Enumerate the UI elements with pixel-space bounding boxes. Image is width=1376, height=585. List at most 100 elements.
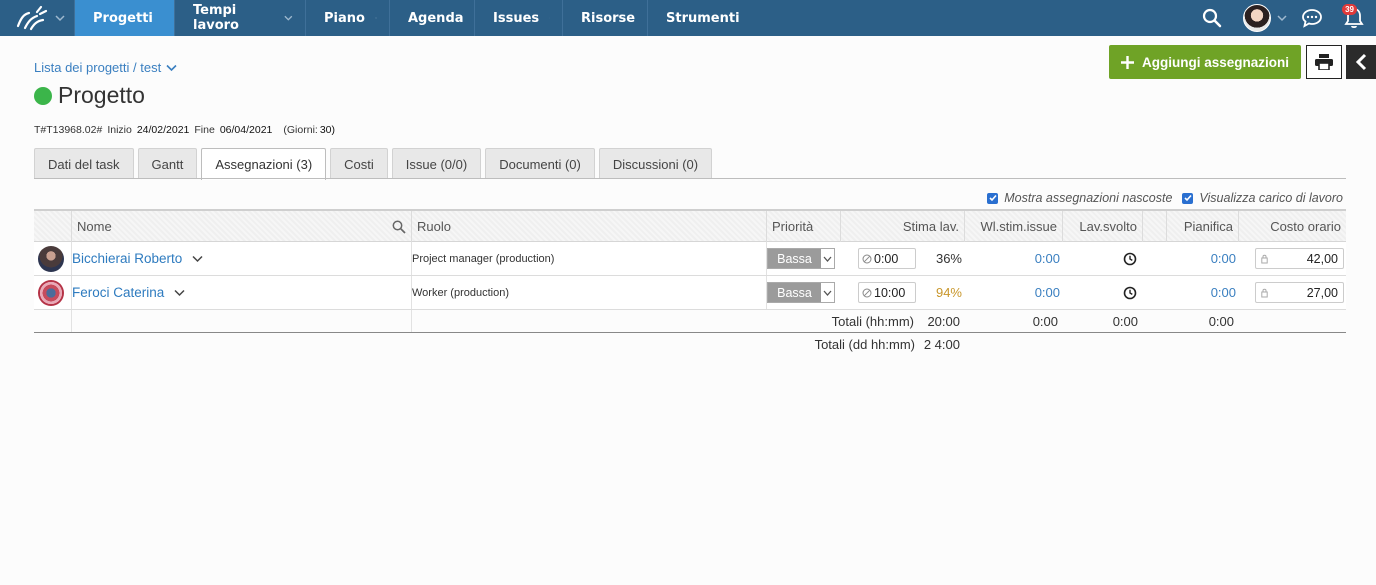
page-title: Progetto [34,82,145,109]
tab-costi[interactable]: Costi [330,148,388,179]
add-assignments-label: Aggiungi assegnazioni [1141,54,1289,70]
show-hidden-label[interactable]: Mostra assegnazioni nascoste [1004,191,1172,205]
nav-item-strumenti[interactable]: Strumenti [648,0,756,36]
nav-label: Tempi lavoro [193,3,239,33]
breadcrumb-text: Lista dei progetti / test [34,60,162,75]
clock-icon[interactable] [1123,286,1137,300]
estimate-value: 10:00 [874,285,906,300]
lock-icon [1261,254,1268,263]
estimate-cell: 0:00 [858,242,918,275]
topbar-tools: 39 [1192,0,1376,36]
show-workload-label[interactable]: Visualizza carico di lavoro [1199,191,1343,205]
header-wl-issue-label: Wl.stim.issue [980,219,1057,234]
nav-item-agenda[interactable]: Agenda [390,0,475,36]
estimate-input[interactable]: 10:00 [858,282,916,303]
page-title-text: Progetto [58,82,145,108]
totals-row-hm: Totali (hh:mm) 20:00 0:00 0:00 0:00 [34,310,1346,333]
chevron-down-icon [1277,15,1287,22]
table-row: Bicchierai Roberto Project manager (prod… [34,242,1346,276]
header-role[interactable]: Ruolo [411,211,766,242]
clock-icon[interactable] [1123,252,1137,266]
breadcrumb[interactable]: Lista dei progetti / test [34,60,177,75]
nav-item-tempi-lavoro[interactable]: Tempi lavoro [175,0,306,36]
priority-value: Bassa [768,283,821,302]
chevron-down-icon[interactable] [174,289,185,297]
header-hourly-cost[interactable]: Costo orario [1238,211,1346,242]
wl-issue-value[interactable]: 0:00 [1035,251,1060,266]
print-button[interactable] [1306,45,1342,79]
assignee-cell: Bicchierai Roberto [72,242,407,275]
totals-label: Totali (dd hh:mm) [814,336,915,352]
header-wl-issue[interactable]: Wl.stim.issue [964,211,1062,242]
header-estimate[interactable]: Stima lav. [840,211,964,242]
add-assignments-button[interactable]: Aggiungi assegnazioni [1109,45,1301,79]
percent-cell: 36% [918,242,962,275]
header-role-label: Ruolo [417,219,451,234]
check-icon [1184,194,1192,202]
tab-dati-del-task[interactable]: Dati del task [34,148,134,179]
chevron-down-icon [375,17,377,19]
totals-label: Totali (hh:mm) [831,313,914,329]
header-spacer [1142,211,1166,242]
notifications-button[interactable]: 39 [1332,0,1376,36]
tab-issue[interactable]: Issue (0/0) [391,148,482,179]
assignee-name-link[interactable]: Bicchierai Roberto [72,251,182,266]
priority-cell: Bassa [767,276,839,309]
plan-value[interactable]: 0:00 [1211,285,1236,300]
chevron-down-icon[interactable] [192,255,203,263]
header-priority[interactable]: Priorità [766,211,840,242]
nav-item-piano[interactable]: Piano [306,0,390,36]
tab-gantt[interactable]: Gantt [137,148,198,179]
nav-item-issues[interactable]: Issues [475,0,563,36]
tab-discussioni[interactable]: Discussioni (0) [598,148,713,179]
nav-item-progetti[interactable]: Progetti [75,0,175,36]
chat-button[interactable] [1292,8,1332,28]
tab-documenti[interactable]: Documenti (0) [485,148,595,179]
totals-row-dhm: Totali (dd hh:mm) 2 4:00 [34,333,1346,356]
nav-label: Risorse [581,10,636,26]
app-logo[interactable] [0,0,75,36]
nav-label: Strumenti [666,10,740,26]
task-code: T#T13968.02# [34,124,103,136]
search-button[interactable] [1192,8,1232,28]
header-name[interactable]: Nome [71,211,411,242]
percent-cell: 94% [918,276,962,309]
workload-percent: 94% [935,285,962,300]
show-hidden-checkbox[interactable] [987,192,999,204]
tabs-divider [34,178,1346,179]
assignee-name-link[interactable]: Feroci Caterina [72,285,164,300]
priority-select[interactable]: Bassa [767,248,835,269]
nav-item-risorse[interactable]: Risorse [563,0,648,36]
lock-icon [1261,288,1268,297]
status-indicator [34,86,52,105]
nav-label: Progetti [93,10,153,26]
priority-select[interactable]: Bassa [767,282,835,303]
cost-cell: 42,00 [1255,242,1345,275]
hourly-cost-input[interactable]: 27,00 [1255,282,1344,303]
wl-issue-value[interactable]: 0:00 [1035,285,1060,300]
user-menu[interactable] [1232,4,1292,32]
show-workload-checkbox[interactable] [1182,192,1194,204]
priority-value: Bassa [768,249,821,268]
role-cell: Worker (production) [412,276,762,309]
days-value: 30) [319,124,336,136]
header-done[interactable]: Lav.svolto [1062,211,1142,242]
search-icon[interactable] [392,220,406,234]
estimate-input[interactable]: 0:00 [858,248,916,269]
header-estimate-label: Stima lav. [902,219,959,234]
view-options: Mostra assegnazioni nascoste Visualizza … [987,191,1343,205]
tab-assegnazioni[interactable]: Assegnazioni (3) [201,148,327,180]
totals-estimate: 20:00 [927,313,960,329]
side-panel-toggle[interactable] [1346,45,1376,79]
header-priority-label: Priorità [772,219,814,234]
chevron-down-icon [284,15,293,21]
header-done-label: Lav.svolto [1079,219,1137,234]
hourly-cost-input[interactable]: 42,00 [1255,248,1344,269]
hourly-cost-value: 42,00 [1306,251,1338,266]
plan-value[interactable]: 0:00 [1211,251,1236,266]
table-row: Feroci Caterina Worker (production) Bass… [34,276,1346,310]
header-plan-label: Pianifica [1183,219,1233,234]
header-name-label: Nome [77,219,112,234]
header-plan[interactable]: Pianifica [1166,211,1238,242]
chevron-left-icon [1355,53,1367,71]
